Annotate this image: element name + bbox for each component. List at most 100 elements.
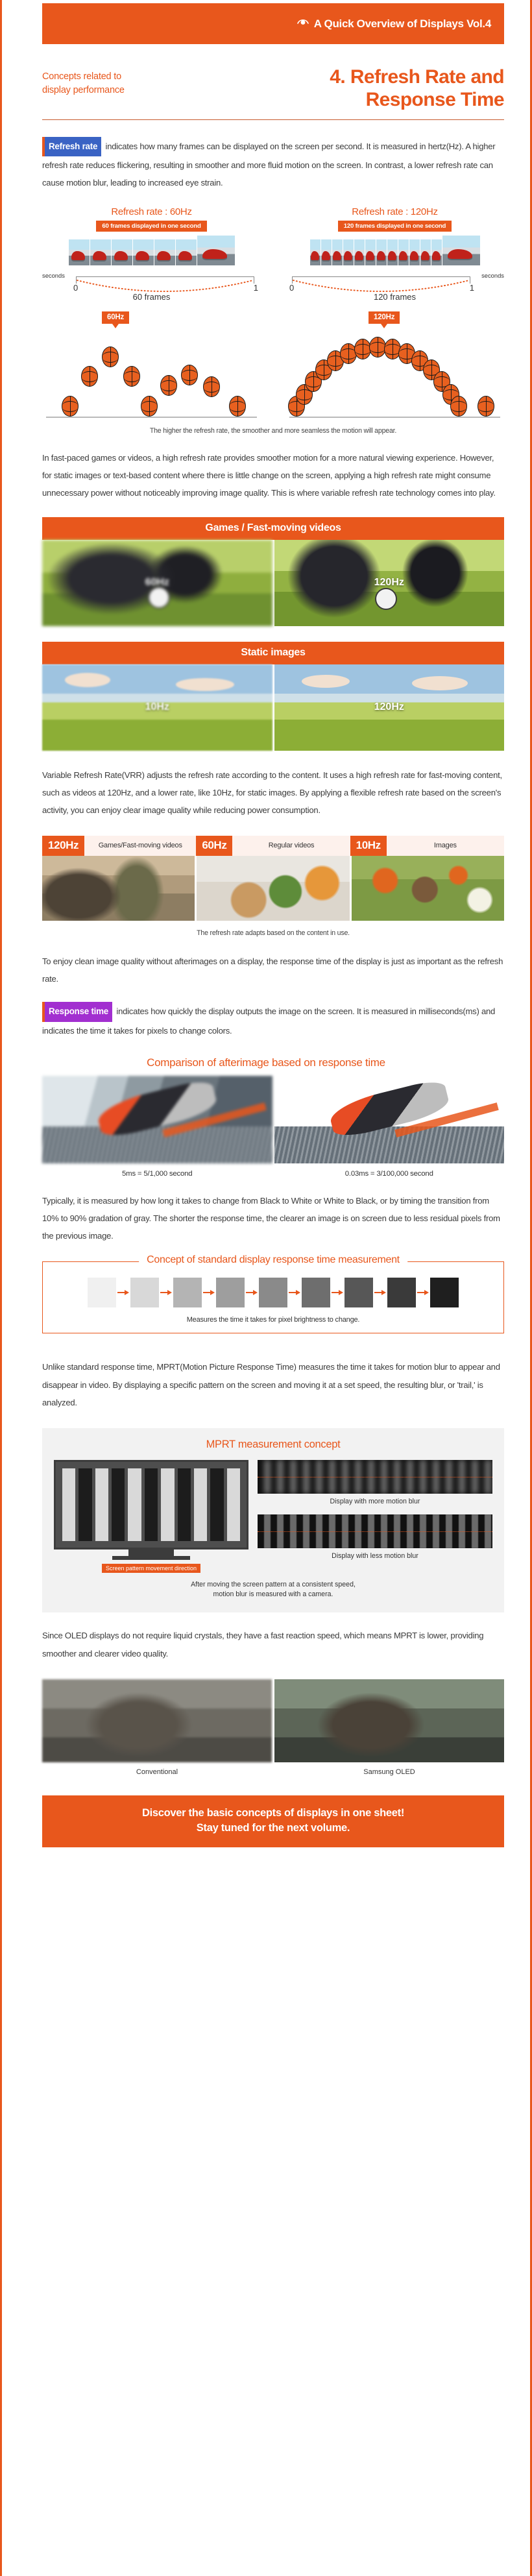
compare-static-panes: 10Hz 120Hz (42, 664, 504, 751)
bounce-pin-60hz: 60Hz (102, 311, 130, 328)
gray-box-legend: Concept of standard display response tim… (139, 1254, 407, 1267)
paragraph-2: In fast-paced games or videos, a high re… (42, 452, 496, 498)
paragraph-4: To enjoy clean image quality without aft… (42, 956, 503, 984)
basketball (141, 395, 158, 417)
vrr-hz-120: 120Hz (42, 836, 85, 857)
title-line-2: Response Time (365, 88, 505, 110)
compare-games-panes: 60Hz 120Hz (42, 539, 504, 626)
gray-box-caption: Measures the time it takes for pixel bri… (186, 1316, 360, 1324)
monitor-illustration: Screen pattern movement direction (54, 1459, 248, 1574)
pattern-bar (193, 1468, 208, 1541)
footer-banner: Discover the basic concepts of displays … (42, 1795, 504, 1848)
mprt-box: MPRT measurement concept Screen pattern … (42, 1428, 504, 1613)
frames-count-120hz: 120 frames (373, 291, 417, 302)
framerate-120hz-block: Refresh rate : 120Hz 120 frames displaye… (285, 206, 504, 302)
basketball (123, 365, 140, 387)
infographic-page: A Quick Overview of Displays Vol.4 Conce… (0, 0, 532, 2576)
monitor-screen (54, 1459, 248, 1549)
vrr-label-10: Images (433, 842, 457, 850)
framerate-120hz-axis: seconds 0 1 120 frames (285, 271, 504, 302)
arrow-right-icon (245, 1289, 259, 1296)
pattern-bar (210, 1468, 224, 1541)
arrow-right-icon (416, 1289, 430, 1296)
basketball (81, 365, 98, 387)
soccer-ball (375, 588, 398, 611)
oled-comparison-panes (42, 1679, 504, 1762)
arrow-right-icon (159, 1289, 173, 1296)
axis-unit-label: seconds (42, 271, 65, 279)
cloud-shape (65, 673, 111, 688)
gray-swatch (216, 1278, 245, 1308)
basketball (354, 338, 371, 359)
vrr-cell-120hz: 120Hz Games/Fast-moving videos (42, 836, 196, 857)
mprt-note-line-1: After moving the screen pattern at a con… (191, 1580, 356, 1588)
kicker-line-1: Concepts related to (42, 71, 121, 82)
afterimage-title: Comparison of afterimage based on respon… (147, 1056, 385, 1069)
compare-games-label-left: 60Hz (145, 577, 169, 589)
film-frame (365, 239, 376, 265)
afterimage-caption-fast: 0.03ms = 3/100,000 second (345, 1170, 433, 1178)
intro-text: indicates how many frames can be display… (42, 141, 496, 188)
mprt-content-row: Screen pattern movement direction Displa… (54, 1459, 492, 1574)
film-frame (431, 239, 442, 265)
mprt-note-line-2: motion blur is measured with a camera. (213, 1590, 333, 1599)
eye-icon (296, 18, 309, 30)
footer-line-2: Stay tuned for the next volume. (196, 1822, 350, 1834)
gray-swatch (302, 1278, 330, 1308)
frames-count-60hz: 60 frames (132, 291, 171, 302)
axis-unit-label: seconds (481, 271, 504, 279)
header-bar: A Quick Overview of Displays Vol.4 (42, 3, 504, 44)
compare-static-heading: Static images (42, 641, 504, 664)
response-time-paragraph: Response time indicates how quickly the … (42, 1002, 504, 1039)
paragraph-5: Typically, it is measured by how long it… (42, 1196, 500, 1241)
framerate-diagram: Refresh rate : 60Hz 60 frames displayed … (42, 206, 504, 302)
paragraph-3: Variable Refresh Rate(VRR) adjusts the r… (42, 770, 502, 815)
compare-static-label-right: 120Hz (374, 701, 404, 713)
compare-static-pane-10hz: 10Hz (42, 664, 272, 751)
cloud-shape (302, 674, 350, 688)
pattern-bar (95, 1468, 109, 1541)
film-frame (90, 239, 111, 265)
film-frame (154, 239, 175, 265)
compare-games-heading: Games / Fast-moving videos (42, 516, 504, 540)
oled-pane-conventional (42, 1679, 272, 1762)
title-line-1: 4. Refresh Rate and (330, 66, 504, 88)
vrr-label-60: Regular videos (268, 842, 315, 850)
vrr-image-photo (351, 856, 504, 921)
compare-games-pane-120hz: 120Hz (274, 539, 504, 626)
afterimage-pane-slow (42, 1076, 272, 1164)
intro-paragraph: Refresh rate indicates how many frames c… (42, 136, 504, 192)
vrr-cell-60hz: 60Hz Regular videos (196, 836, 350, 857)
bounce-caption: The higher the refresh rate, the smoothe… (149, 426, 397, 435)
framerate-120hz-badge: 120 frames displayed in one second (337, 220, 452, 232)
compare-games-block: Games / Fast-moving videos 60Hz 120Hz (42, 516, 504, 626)
gray-swatch (345, 1278, 373, 1308)
arrow-right-icon (116, 1289, 130, 1296)
film-frame (398, 239, 409, 265)
framerate-60hz-title: Refresh rate : 60Hz (111, 206, 192, 217)
film-frame (309, 239, 320, 265)
pattern-bar (79, 1468, 92, 1541)
track-surface (42, 1126, 272, 1164)
basketball (160, 374, 177, 396)
film-frame (354, 239, 365, 265)
footer-line-1: Discover the basic concepts of displays … (141, 1806, 405, 1819)
vrr-hz-10: 10Hz (350, 836, 387, 857)
basketball (203, 376, 220, 397)
mprt-title: MPRT measurement concept (206, 1438, 341, 1450)
gray-swatch (88, 1278, 116, 1308)
filmstrip-120hz (285, 235, 504, 265)
arrow-right-icon (202, 1289, 216, 1296)
pattern-bar (128, 1468, 141, 1541)
mprt-note: After moving the screen pattern at a con… (54, 1580, 492, 1600)
gray-swatch (130, 1278, 159, 1308)
pattern-bar (226, 1468, 240, 1541)
kicker-line-2: display performance (42, 85, 125, 96)
film-frame (132, 239, 154, 265)
film-frame (420, 239, 431, 265)
film-frame-active (442, 235, 480, 265)
measure-dotted-line (258, 1531, 492, 1532)
afterimage-captions: 5ms = 5/1,000 second 0.03ms = 3/100,000 … (42, 1170, 504, 1178)
page-title: 4. Refresh Rate and Response Time (185, 66, 504, 112)
basketball (478, 395, 494, 417)
